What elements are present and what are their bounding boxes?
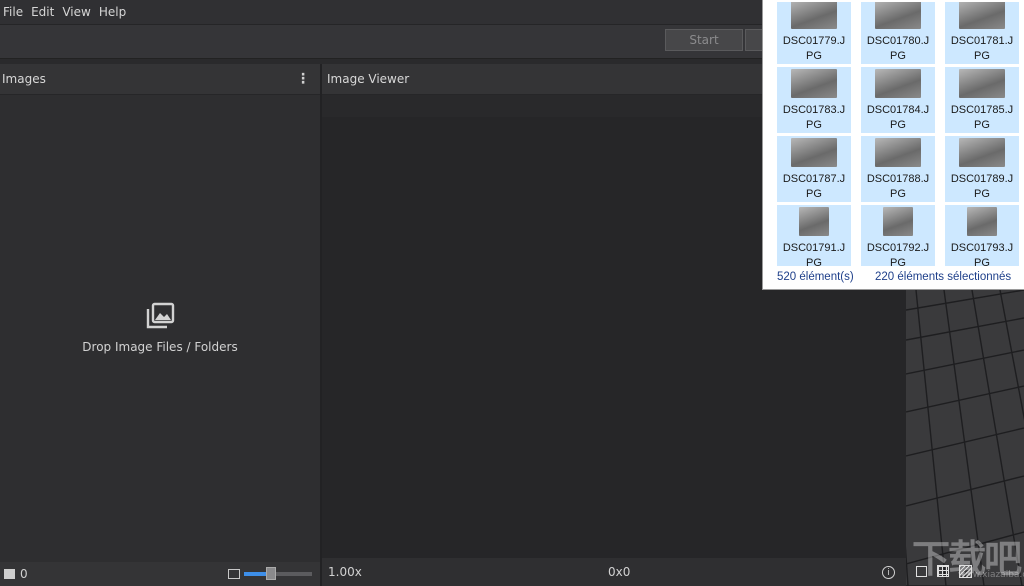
viewport-display-modes [906, 556, 1024, 586]
start-button[interactable]: Start [665, 29, 743, 51]
file-tile[interactable]: DSC01781.J PG [945, 2, 1019, 64]
file-name-cont: PG [974, 50, 990, 62]
file-thumbnail [959, 2, 1005, 29]
file-thumbnail [791, 69, 837, 98]
menu-edit[interactable]: Edit [28, 5, 59, 19]
image-gallery-icon [146, 302, 175, 328]
file-name: DSC01789.J [950, 173, 1014, 185]
file-thumbnail [959, 138, 1005, 167]
file-thumbnail [791, 2, 837, 29]
file-name: DSC01787.J [782, 173, 846, 185]
file-name-cont: PG [890, 188, 906, 200]
image-drop-zone[interactable]: Drop Image Files / Folders [0, 95, 320, 560]
file-name-cont: PG [974, 119, 990, 131]
thumbnail-size-icon [228, 569, 240, 579]
file-thumbnail [883, 207, 913, 236]
file-name-cont: PG [890, 50, 906, 62]
selected-count: 220 éléments sélectionnés [875, 271, 1012, 283]
file-thumbnail-grid: DSC01779.J PG DSC01780.J PG DSC01781.J PG DSC0… [777, 2, 1023, 266]
file-thumbnail [875, 138, 921, 167]
solid-mode-icon[interactable] [916, 565, 927, 577]
file-name-cont: PG [974, 188, 990, 200]
file-tile[interactable]: DSC01789.J PG [945, 136, 1019, 202]
explorer-status-bar: 520 élément(s) 220 éléments sélectionnés [763, 271, 1024, 285]
menu-file[interactable]: File [0, 5, 28, 19]
file-name-cont: PG [806, 50, 822, 62]
file-name-cont: PG [890, 119, 906, 131]
images-panel-header: Images ⋮ [0, 64, 320, 95]
file-name: DSC01780.J [866, 35, 930, 47]
file-name: DSC01781.J [950, 35, 1014, 47]
file-name: DSC01785.J [950, 104, 1014, 116]
image-resolution: 0x0 [608, 565, 631, 579]
image-count: 0 [20, 567, 28, 581]
more-options-icon[interactable]: ⋮ [296, 71, 310, 87]
file-name: DSC01779.J [782, 35, 846, 47]
file-thumbnail [875, 2, 921, 29]
file-thumbnail [791, 138, 837, 167]
file-tile[interactable]: DSC01788.J PG [861, 136, 935, 202]
slider-handle[interactable] [266, 567, 277, 580]
menu-view[interactable]: View [59, 5, 95, 19]
file-tile[interactable]: DSC01792.J PG [861, 205, 935, 266]
file-thumbnail [875, 69, 921, 98]
file-name: DSC01792.J [866, 242, 930, 254]
thumbnail-size-slider[interactable] [244, 567, 312, 580]
file-name: DSC01791.J [782, 242, 846, 254]
file-name-cont: PG [806, 188, 822, 200]
item-count: 520 élément(s) [777, 271, 854, 283]
images-panel-footer: 0 [0, 562, 320, 586]
file-thumbnail [799, 207, 829, 236]
image-viewer-title: Image Viewer [327, 72, 410, 86]
wireframe-mode-icon[interactable] [959, 564, 972, 578]
file-tile[interactable]: DSC01779.J PG [777, 2, 851, 64]
grid-mode-icon[interactable] [937, 565, 949, 577]
app-window: File Edit View Help Start Images ⋮ Drop … [0, 0, 1024, 586]
file-name: DSC01793.J [950, 242, 1014, 254]
info-icon[interactable]: i [882, 566, 895, 579]
file-tile[interactable]: DSC01787.J PG [777, 136, 851, 202]
file-explorer-window: DSC01779.J PG DSC01780.J PG DSC01781.J PG DSC0… [762, 0, 1024, 290]
file-name-cont: PG [974, 257, 990, 266]
drop-label: Drop Image Files / Folders [82, 339, 238, 354]
file-tile[interactable]: DSC01785.J PG [945, 67, 1019, 133]
file-name-cont: PG [806, 257, 822, 266]
file-tile[interactable]: DSC01793.J PG [945, 205, 1019, 266]
file-thumbnail [967, 207, 997, 236]
menu-help[interactable]: Help [96, 5, 131, 19]
file-tile[interactable]: DSC01791.J PG [777, 205, 851, 266]
file-name: DSC01788.J [866, 173, 930, 185]
file-tile[interactable]: DSC01784.J PG [861, 67, 935, 133]
file-name: DSC01784.J [866, 104, 930, 116]
file-name-cont: PG [806, 119, 822, 131]
file-tile[interactable]: DSC01783.J PG [777, 67, 851, 133]
images-panel: Images ⋮ Drop Image Files / Folders 0 [0, 64, 320, 586]
image-viewer-footer: 1.00x 0x0 i [322, 558, 906, 586]
file-name-cont: PG [890, 257, 906, 266]
file-name: DSC01783.J [782, 104, 846, 116]
file-tile[interactable]: DSC01780.J PG [861, 2, 935, 64]
file-thumbnail [959, 69, 1005, 98]
image-count-icon [4, 569, 15, 579]
images-panel-title: Images [2, 72, 46, 86]
zoom-level: 1.00x [328, 565, 362, 579]
